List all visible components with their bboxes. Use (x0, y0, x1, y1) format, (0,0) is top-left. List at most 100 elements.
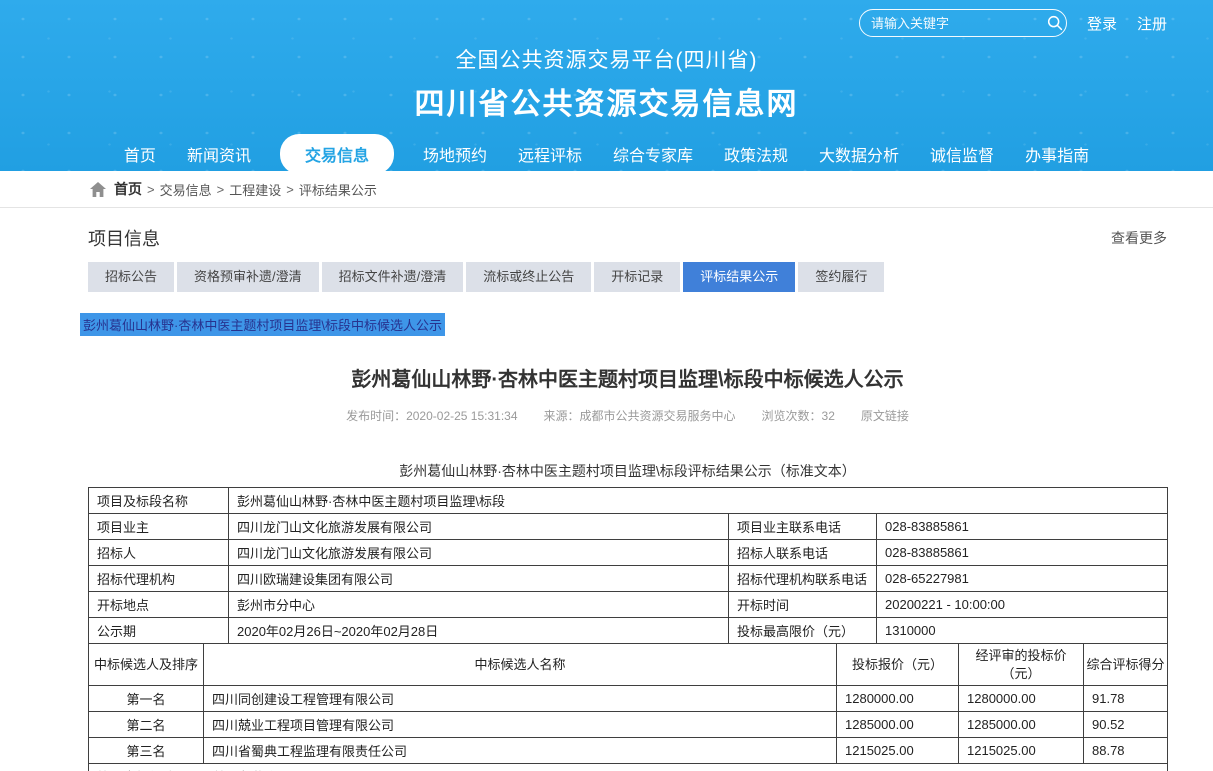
tab-bid-doc-addendum[interactable]: 招标文件补遗/澄清 (322, 262, 464, 292)
table-row: 项目及标段名称 彭州葛仙山林野·杏林中医主题村项目监理\标段 (89, 488, 1168, 514)
breadcrumb-eval-result[interactable]: 评标结果公示 (299, 180, 377, 199)
cell-score: 91.78 (1084, 686, 1168, 712)
table-row: 项目业主 四川龙门山文化旅游发展有限公司 项目业主联系电话 028-838858… (89, 514, 1168, 540)
selected-result-link[interactable]: 彭州葛仙山林野·杏林中医主题村项目监理\标段中标候选人公示 (80, 313, 445, 336)
cell-value: 四川龙门山文化旅游发展有限公司 (229, 540, 729, 566)
cell-candidate-name: 四川省蜀典工程监理有限责任公司 (204, 738, 837, 764)
cell-value: 2020年02月26日~2020年02月28日 (229, 618, 729, 644)
nav-item-news[interactable]: 新闻资讯 (185, 134, 253, 171)
content-container: 项目信息 查看更多 招标公告 资格预审补遗/澄清 招标文件补遗/澄清 流标或终止… (88, 225, 1167, 771)
cell-label: 项目及标段名称 (89, 488, 229, 514)
breadcrumb-construction[interactable]: 工程建设 (229, 180, 281, 199)
section-title: 项目信息 (88, 225, 160, 251)
cell-label: 项目业主 (89, 514, 229, 540)
cell-value: 彭州市分中心 (229, 592, 729, 618)
cell-label: 招标代理机构联系电话 (729, 566, 877, 592)
cell-candidate-name: 四川同创建设工程管理有限公司 (204, 686, 837, 712)
register-link[interactable]: 注册 (1137, 13, 1167, 34)
publish-time: 发布时间：2020-02-25 15:31:34 (346, 407, 517, 424)
cell-evaluated-price: 1280000.00 (959, 686, 1084, 712)
candidates-table: 中标候选人及排序 中标候选人名称 投标报价（元） 经评审的投标价（元） 综合评标… (88, 643, 1168, 771)
cell-label: 招标人 (89, 540, 229, 566)
cell-value: 028-65227981 (877, 566, 1168, 592)
main-nav: 首页 新闻资讯 交易信息 场地预约 远程评标 综合专家库 政策法规 大数据分析 … (0, 134, 1213, 171)
tab-bid-opening-record[interactable]: 开标记录 (594, 262, 680, 292)
section-head: 项目信息 查看更多 (88, 225, 1167, 251)
site-subtitle: 全国公共资源交易平台(四川省) (0, 44, 1213, 74)
cell-label: 开标地点 (89, 592, 229, 618)
candidates-header-row: 中标候选人及排序 中标候选人名称 投标报价（元） 经评审的投标价（元） 综合评标… (89, 644, 1168, 686)
header-rank: 中标候选人及排序 (89, 644, 204, 686)
cell-rank: 第二名 (89, 712, 204, 738)
cell-label: 招标人联系电话 (729, 540, 877, 566)
header-evaluated-price: 经评审的投标价（元） (959, 644, 1084, 686)
nav-item-guide[interactable]: 办事指南 (1023, 134, 1091, 171)
article-meta: 发布时间：2020-02-25 15:31:34 来源：成都市公共资源交易服务中… (88, 407, 1167, 424)
table-row: 第二名 四川兢业工程项目管理有限公司 1285000.00 1285000.00… (89, 712, 1168, 738)
header-score: 综合评标得分 (1084, 644, 1168, 686)
search-input[interactable] (871, 16, 1047, 31)
nav-item-expert-pool[interactable]: 综合专家库 (611, 134, 695, 171)
project-info-table: 项目及标段名称 彭州葛仙山林野·杏林中医主题村项目监理\标段 项目业主 四川龙门… (88, 487, 1168, 644)
site-header: 登录 注册 全国公共资源交易平台(四川省) 四川省公共资源交易信息网 首页 新闻… (0, 0, 1213, 171)
topbar: 登录 注册 (859, 9, 1167, 37)
breadcrumb-separator: > (286, 182, 294, 197)
cell-label: 公示期 (89, 618, 229, 644)
search-icon[interactable] (1047, 15, 1063, 31)
table-caption: 彭州葛仙山林野·杏林中医主题村项目监理\标段评标结果公示（标准文本） (88, 461, 1167, 481)
cell-value: 028-83885861 (877, 540, 1168, 566)
tab-contract-performance[interactable]: 签约履行 (798, 262, 884, 292)
cell-value: 四川龙门山文化旅游发展有限公司 (229, 514, 729, 540)
login-link[interactable]: 登录 (1087, 13, 1117, 34)
nav-item-policies[interactable]: 政策法规 (722, 134, 790, 171)
cell-candidate-name: 四川兢业工程项目管理有限公司 (204, 712, 837, 738)
tabs: 招标公告 资格预审补遗/澄清 招标文件补遗/澄清 流标或终止公告 开标记录 评标… (88, 262, 1167, 292)
cell-value: 彭州葛仙山林野·杏林中医主题村项目监理\标段 (229, 488, 1168, 514)
article-title: 彭州葛仙山林野·杏林中医主题村项目监理\标段中标候选人公示 (88, 363, 1167, 392)
table-row: 第一名 四川同创建设工程管理有限公司 1280000.00 1280000.00… (89, 686, 1168, 712)
breadcrumb-separator: > (217, 182, 225, 197)
nav-item-integrity[interactable]: 诚信监督 (928, 134, 996, 171)
breadcrumb-separator: > (147, 182, 155, 197)
view-count: 浏览次数：32 (762, 407, 835, 424)
cell-footer-section: 第一中标候选人项目管理机构主要人员 (89, 764, 1168, 771)
tab-bid-announcement[interactable]: 招标公告 (88, 262, 174, 292)
table-row: 公示期 2020年02月26日~2020年02月28日 投标最高限价（元） 13… (89, 618, 1168, 644)
home-icon[interactable] (90, 182, 106, 197)
cell-bid-price: 1280000.00 (837, 686, 959, 712)
view-more-link[interactable]: 查看更多 (1111, 228, 1167, 248)
cell-label: 项目业主联系电话 (729, 514, 877, 540)
tab-failed-or-terminated[interactable]: 流标或终止公告 (466, 262, 591, 292)
cell-value: 四川欧瑞建设集团有限公司 (229, 566, 729, 592)
search-box[interactable] (859, 9, 1067, 37)
tab-eval-result[interactable]: 评标结果公示 (683, 262, 795, 292)
header-candidate-name: 中标候选人名称 (204, 644, 837, 686)
nav-item-home[interactable]: 首页 (122, 134, 158, 171)
tab-prequalification-addendum[interactable]: 资格预审补遗/澄清 (177, 262, 319, 292)
table-row: 开标地点 彭州市分中心 开标时间 20200221 - 10:00:00 (89, 592, 1168, 618)
cell-bid-price: 1215025.00 (837, 738, 959, 764)
nav-item-big-data[interactable]: 大数据分析 (817, 134, 901, 171)
original-link[interactable]: 原文链接 (861, 407, 909, 424)
site-title: 四川省公共资源交易信息网 (0, 79, 1213, 123)
cell-score: 90.52 (1084, 712, 1168, 738)
cell-score: 88.78 (1084, 738, 1168, 764)
cell-rank: 第三名 (89, 738, 204, 764)
nav-item-venue-booking[interactable]: 场地预约 (421, 134, 489, 171)
breadcrumb-home[interactable]: 首页 (114, 179, 142, 199)
breadcrumb-trade-info[interactable]: 交易信息 (160, 180, 212, 199)
cell-value: 1310000 (877, 618, 1168, 644)
header-bid-price: 投标报价（元） (837, 644, 959, 686)
table-row: 第三名 四川省蜀典工程监理有限责任公司 1215025.00 1215025.0… (89, 738, 1168, 764)
cell-value: 20200221 - 10:00:00 (877, 592, 1168, 618)
cell-value: 028-83885861 (877, 514, 1168, 540)
cell-evaluated-price: 1285000.00 (959, 712, 1084, 738)
nav-item-trade-info[interactable]: 交易信息 (280, 134, 394, 171)
nav-item-remote-evaluation[interactable]: 远程评标 (516, 134, 584, 171)
source: 来源：成都市公共资源交易服务中心 (544, 407, 736, 424)
cell-label: 开标时间 (729, 592, 877, 618)
cell-label: 投标最高限价（元） (729, 618, 877, 644)
cell-evaluated-price: 1215025.00 (959, 738, 1084, 764)
cell-bid-price: 1285000.00 (837, 712, 959, 738)
cell-rank: 第一名 (89, 686, 204, 712)
